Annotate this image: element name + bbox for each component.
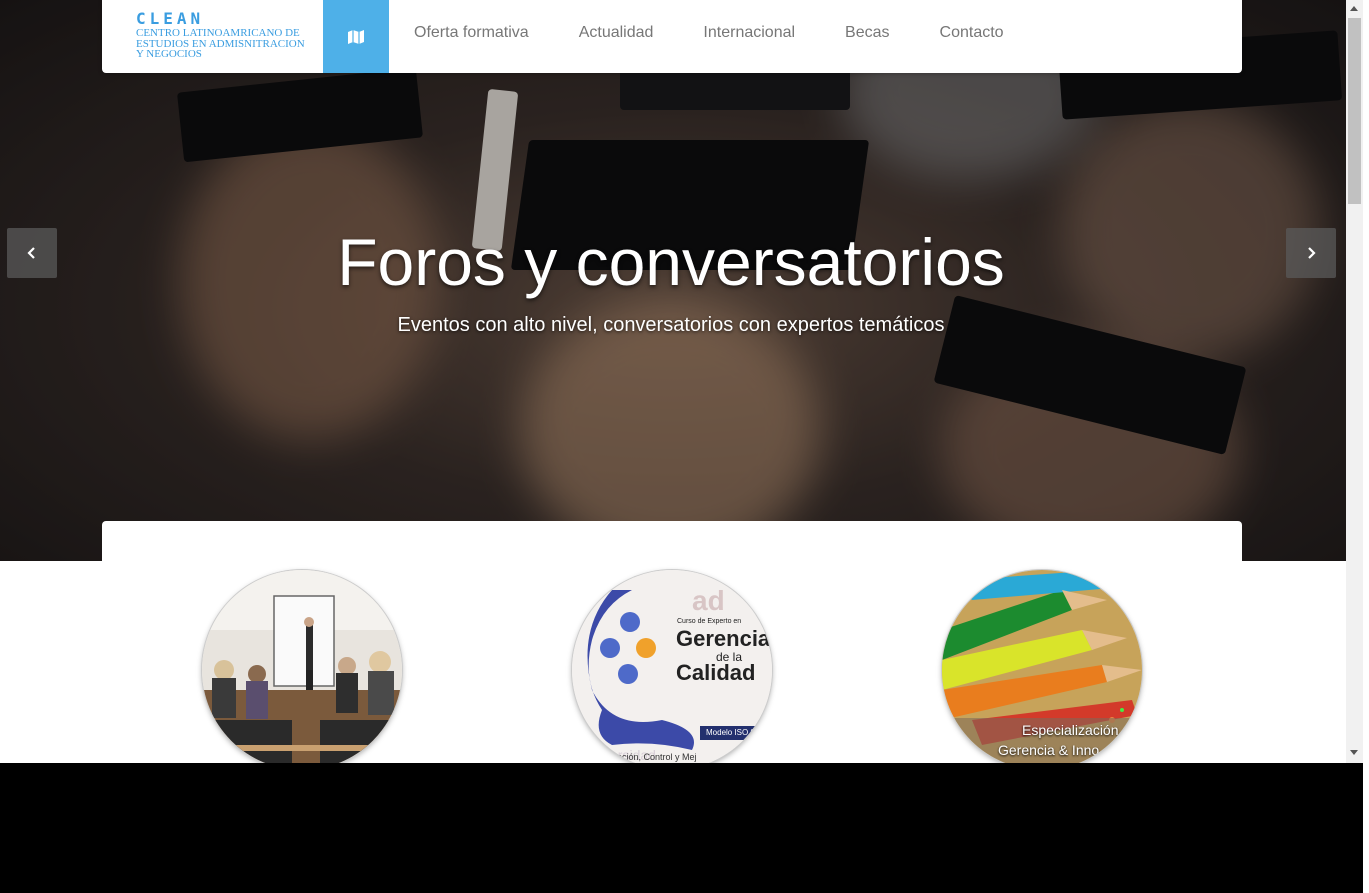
page-viewport: Foros y conversatorios Eventos con alto … — [0, 0, 1346, 763]
card-especializacion-line1: Especialización — [1022, 722, 1119, 738]
scroll-down-arrow-icon[interactable] — [1350, 750, 1358, 755]
chevron-left-icon — [27, 247, 35, 259]
chevron-right-icon — [1308, 247, 1316, 259]
carousel-prev-button[interactable] — [7, 228, 57, 278]
top-navbar: CLEAN CENTRO LATINOAMRICANO DE ESTUDIOS … — [102, 0, 1242, 73]
nav-internacional[interactable]: Internacional — [678, 0, 820, 66]
nav-contacto[interactable]: Contacto — [915, 0, 1029, 66]
svg-text:ad: ad — [692, 585, 725, 616]
brand-logo[interactable]: CLEAN CENTRO LATINOAMRICANO DE ESTUDIOS … — [102, 0, 323, 73]
nav-oferta-formativa[interactable]: Oferta formativa — [389, 0, 554, 66]
map-button[interactable] — [323, 0, 389, 73]
card-badge: Modelo ISO 9 — [700, 726, 772, 740]
vertical-scrollbar[interactable] — [1346, 0, 1363, 763]
scroll-up-arrow-icon[interactable] — [1350, 6, 1358, 11]
scrollbar-thumb[interactable] — [1348, 18, 1361, 204]
nav-actualidad[interactable]: Actualidad — [554, 0, 679, 66]
brand-full-name: CENTRO LATINOAMRICANO DE ESTUDIOS EN ADM… — [136, 27, 305, 60]
hero-title: Foros y conversatorios — [337, 225, 1005, 299]
card-title-line3: Calidad — [676, 660, 756, 685]
hero-subtitle: Eventos con alto nivel, conversatorios c… — [397, 314, 945, 336]
classroom-illustration — [202, 570, 402, 763]
card-especializacion-image[interactable]: Especialización Gerencia & Inno — [942, 570, 1142, 763]
content-panel — [102, 521, 1242, 571]
card-footer-text: Planeación, Control y Mej — [594, 752, 697, 762]
card-especializacion-line2: Gerencia & Inno — [998, 742, 1100, 758]
card-classroom-image[interactable] — [202, 570, 402, 763]
hero-carousel: Foros y conversatorios Eventos con alto … — [0, 0, 1346, 561]
card-gerencia-calidad-image[interactable]: ad Universidad Curso de Experto en Geren… — [572, 570, 772, 763]
window-edge — [1363, 0, 1369, 893]
nav-becas[interactable]: Becas — [820, 0, 914, 66]
brand-name: CLEAN — [136, 9, 205, 28]
carousel-next-button[interactable] — [1286, 228, 1336, 278]
card-small-text: Curso de Experto en — [677, 618, 742, 625]
map-icon — [348, 29, 364, 44]
card-title-line1: Gerencia — [676, 626, 771, 651]
